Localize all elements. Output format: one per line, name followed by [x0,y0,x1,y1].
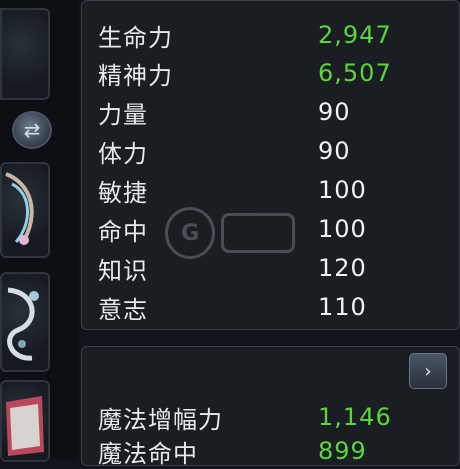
watermark-mark [221,213,295,253]
armor-slot[interactable] [0,380,50,462]
stat-row-mp: 精神力 6,507 [98,55,438,91]
stat-value: 2,947 [318,21,392,49]
stat-label: 魔法命中 [98,439,198,468]
base-stats-panel: 生命力 2,947 精神力 6,507 力量 90 体力 90 敏捷 100 命… [81,0,460,330]
swap-arrows-icon: ⇄ [23,118,41,142]
earring-slot[interactable] [0,272,50,372]
armor-icon [6,396,44,456]
stat-value: 100 [318,176,367,204]
stat-value: 120 [318,254,367,282]
swap-equipment-button[interactable]: ⇄ [12,111,52,149]
stat-row-magic-accuracy: 魔法命中 899 [98,433,438,469]
stat-value: 110 [318,293,367,321]
equipment-column: ⇄ [0,0,78,462]
stat-value: 90 [318,98,351,126]
stat-label: 魔法增幅力 [98,405,223,434]
chevron-right-icon: › [424,360,432,382]
stat-row-will: 意志 110 [98,289,438,325]
g-logo-watermark: G [165,207,295,259]
stat-row-magic-boost: 魔法增幅力 1,146 [98,399,438,435]
stat-value: 1,146 [318,403,392,431]
stat-value: 100 [318,215,367,243]
necklace-icon [5,172,34,246]
watermark-circle: G [165,207,216,259]
magic-stats-panel: › 魔法增幅力 1,146 魔法命中 899 [81,346,460,469]
stat-row-hp: 生命力 2,947 [98,17,438,53]
stat-row-agility: 敏捷 100 [98,172,438,208]
stat-value: 90 [318,137,351,165]
stat-row-strength: 力量 90 [98,94,438,130]
stat-label: 生命力 [98,23,173,52]
equipment-slot-top[interactable] [0,8,50,100]
stat-label: 精神力 [98,61,173,90]
stat-label: 力量 [98,100,148,129]
stat-label: 体力 [98,139,148,168]
earring-icon [7,287,39,361]
stat-label: 意志 [98,295,148,324]
stat-label: 敏捷 [98,178,148,207]
stat-value: 899 [318,437,367,465]
stat-value: 6,507 [318,59,392,87]
expand-stats-button[interactable]: › [409,353,447,389]
necklace-slot[interactable] [0,162,50,258]
stat-row-vitality: 体力 90 [98,133,438,169]
